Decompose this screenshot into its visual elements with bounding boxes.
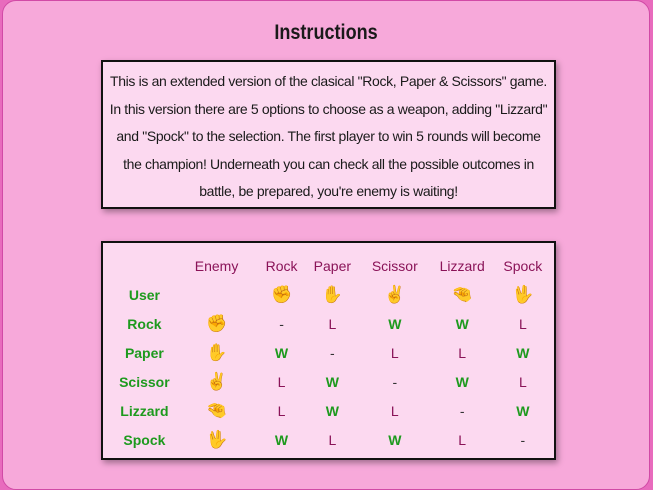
scissor-icon: ✌ — [205, 371, 228, 391]
outcome-cell: L — [518, 373, 527, 390]
outcome-cell: W — [388, 315, 402, 332]
rock-icon: ✊ — [270, 284, 293, 304]
col-header-spock: Spock — [503, 257, 543, 274]
row-label-spock: Spock — [123, 431, 166, 448]
outcome-cell: L — [518, 315, 527, 332]
row-label-rock: Rock — [127, 315, 162, 332]
outcome-cell: W — [274, 344, 289, 361]
outcome-cell: W — [455, 373, 469, 390]
col-header-scissor: Scissor — [371, 257, 418, 274]
rock-icon: ✊ — [205, 313, 228, 333]
outcome-cell: - — [392, 373, 398, 390]
outcome-cell: L — [328, 315, 337, 332]
paper-icon: ✋ — [205, 342, 228, 362]
row-label-lizzard: Lizzard — [120, 402, 169, 419]
outcome-cell: W — [455, 315, 469, 332]
outcome-cell: W — [516, 402, 530, 419]
outcome-cell: - — [459, 402, 465, 419]
outcome-cell: L — [458, 344, 467, 361]
outcome-cell: L — [277, 402, 286, 419]
outcome-cell: W — [325, 373, 339, 390]
outcomes-table: Enemy Rock Paper Scissor Lizzard Spock U… — [111, 251, 554, 454]
table-row: Spock 🖖 W L W L - — [111, 425, 554, 454]
outcome-cell: L — [390, 344, 399, 361]
table-row: Rock ✊ - L W W L — [111, 309, 554, 338]
outcome-cell: L — [328, 431, 337, 448]
lizzard-icon: 🤏 — [451, 284, 473, 304]
outcome-cell: W — [388, 431, 402, 448]
outcome-cell: - — [279, 315, 284, 332]
spock-icon: 🖖 — [205, 429, 228, 449]
row-label-scissor: Scissor — [119, 373, 170, 390]
outcome-cell: L — [390, 402, 399, 419]
outcome-cell: W — [516, 344, 530, 361]
spock-icon: 🖖 — [512, 284, 534, 304]
col-header-rock: Rock — [265, 257, 298, 274]
outcome-cell: L — [277, 373, 286, 390]
table-header-row: Enemy Rock Paper Scissor Lizzard Spock — [111, 251, 554, 280]
row-label-paper: Paper — [124, 344, 164, 361]
main-card: Instructions This is an extended version… — [2, 0, 650, 490]
outcome-cell: W — [325, 402, 339, 419]
scissor-icon: ✌ — [384, 284, 406, 304]
table-row: Scissor ✌ L W - W L — [111, 367, 554, 396]
paper-icon: ✋ — [321, 284, 343, 304]
col-header-lizzard: Lizzard — [439, 257, 485, 274]
outcome-cell: L — [458, 431, 467, 448]
enemy-header: Enemy — [194, 257, 239, 274]
page-title: Instructions — [274, 21, 378, 44]
outcome-cell: - — [330, 344, 335, 361]
lizzard-icon: 🤏 — [205, 400, 228, 420]
outcome-cell: - — [520, 431, 526, 448]
table-row: Paper ✋ W - L L W — [111, 338, 554, 367]
col-header-paper: Paper — [313, 257, 352, 274]
outcomes-panel: Enemy Rock Paper Scissor Lizzard Spock U… — [101, 241, 556, 460]
user-label: User — [128, 286, 160, 303]
user-icon-row: User ✊ ✋ ✌ 🤏 🖖 — [111, 280, 554, 309]
outcome-cell: W — [274, 431, 289, 448]
table-row: Lizzard 🤏 L W L - W — [111, 396, 554, 425]
instructions-text: This is an extended version of the clasi… — [109, 73, 548, 199]
instructions-panel: This is an extended version of the clasi… — [101, 60, 556, 209]
